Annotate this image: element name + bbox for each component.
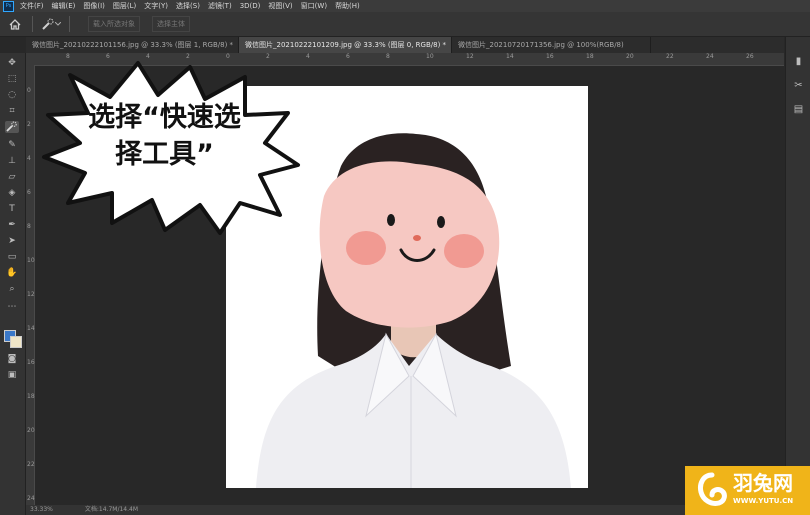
ruler-tick: 14: [27, 325, 35, 332]
chevron-down-icon: [55, 22, 61, 26]
tab-document-2[interactable]: 微信图片_20210222101209.jpg @ 33.3% (图层 0, R…: [239, 37, 452, 53]
libraries-icon[interactable]: ▤: [793, 104, 804, 115]
menu-file[interactable]: 文件(F): [20, 0, 44, 12]
menu-select[interactable]: 选择(S): [176, 0, 200, 12]
menu-filter[interactable]: 滤镜(T): [208, 0, 232, 12]
stamp-tool-icon[interactable]: ⊥: [5, 155, 19, 167]
ruler-tick: 4: [306, 53, 310, 60]
eraser-tool-icon[interactable]: ▱: [5, 171, 19, 183]
ruler-tick: 18: [586, 53, 594, 60]
zoom-level[interactable]: 33.33%: [30, 506, 53, 513]
paint-bucket-tool-icon[interactable]: ◈: [5, 187, 19, 199]
menu-bar: Ps 文件(F) 编辑(E) 图像(I) 图层(L) 文字(Y) 选择(S) 滤…: [0, 0, 810, 12]
screen-mode-icon[interactable]: ▣: [5, 369, 19, 381]
tab-document-1[interactable]: 微信图片_20210222101156.jpg @ 33.3% (图层 1, R…: [26, 37, 239, 53]
yutu-logo: 羽兔网 WWW.YUTU.CN: [685, 466, 810, 515]
menu-image[interactable]: 图像(I): [83, 0, 105, 12]
ruler-tick: 8: [386, 53, 390, 60]
menu-layer[interactable]: 图层(L): [113, 0, 136, 12]
rectangle-tool-icon[interactable]: ▭: [5, 251, 19, 263]
callout-text: 选择“快速选 择工具”: [72, 99, 257, 173]
zoom-tool-icon[interactable]: ⌕: [5, 283, 19, 295]
ruler-tick: 2: [27, 121, 31, 128]
ruler-tick: 22: [666, 53, 674, 60]
object-selection-tool-icon[interactable]: ⌗: [5, 105, 19, 117]
ruler-tick: 16: [27, 359, 35, 366]
ruler-tick: 20: [626, 53, 634, 60]
tab-label: 微信图片_20210222101156.jpg @ 33.3% (图层 1, R…: [32, 41, 234, 49]
ruler-tick: 18: [27, 393, 35, 400]
status-bar: 33.33% 文档:14.7M/14.4M: [26, 505, 784, 515]
move-tool-icon[interactable]: ✥: [5, 57, 19, 69]
home-button[interactable]: [4, 14, 26, 34]
menu-type[interactable]: 文字(Y): [144, 0, 168, 12]
properties-icon[interactable]: ▮: [793, 56, 804, 67]
marquee-tool-icon[interactable]: ⬚: [5, 73, 19, 85]
logo-name: 羽兔网: [733, 471, 793, 495]
menu-edit[interactable]: 编辑(E): [52, 0, 76, 12]
ruler-tick: 10: [27, 257, 35, 264]
document-size: 文档:14.7M/14.4M: [84, 506, 139, 513]
menu-window[interactable]: 窗口(W): [301, 0, 327, 12]
ruler-tick: 24: [706, 53, 714, 60]
ruler-tick: 6: [27, 189, 31, 196]
load-selected-objects-button[interactable]: 载入所选对象: [88, 16, 140, 32]
ruler-tick: 14: [506, 53, 514, 60]
ruler-tick: 12: [466, 53, 474, 60]
logo-url: WWW.YUTU.CN: [733, 497, 794, 505]
divider: [32, 16, 33, 32]
photoshop-app-icon: Ps: [3, 0, 14, 12]
vertical-ruler: 0 2 4 6 8 10 12 14 16 18 20 22 24: [26, 65, 35, 505]
ruler-tick: 22: [27, 461, 35, 468]
menu-help[interactable]: 帮助(H): [335, 0, 360, 12]
ruler-tick: 16: [546, 53, 554, 60]
ruler-tick: 8: [27, 223, 31, 230]
yutu-logo-icon: [698, 472, 727, 506]
quick-mask-icon[interactable]: ◙: [5, 353, 19, 365]
quick-selection-tool-icon[interactable]: [5, 121, 19, 133]
tool-preset-picker[interactable]: [39, 14, 63, 34]
ruler-tick: 0: [27, 87, 31, 94]
tab-label: 微信图片_20210720171356.jpg @ 100%(RGB/8): [458, 41, 624, 49]
quick-selection-icon: [42, 18, 54, 30]
ruler-tick: 10: [426, 53, 434, 60]
pen-tool-icon[interactable]: ✒: [5, 219, 19, 231]
more-tools-icon[interactable]: ⋯: [5, 301, 19, 313]
ruler-tick: 20: [27, 427, 35, 434]
adjustments-icon[interactable]: ✂: [793, 80, 804, 91]
callout-line-1: 选择“快速选: [88, 102, 241, 133]
path-selection-tool-icon[interactable]: ➤: [5, 235, 19, 247]
home-icon: [9, 18, 21, 30]
ruler-tick: 26: [746, 53, 754, 60]
right-panel-dock: ▮ ✂ ▤: [785, 37, 810, 515]
menu-3d[interactable]: 3D(D): [240, 0, 261, 12]
divider: [69, 16, 70, 32]
tab-document-3[interactable]: 微信图片_20210720171356.jpg @ 100%(RGB/8): [452, 37, 651, 53]
lasso-tool-icon[interactable]: ◌: [5, 89, 19, 101]
menu-view[interactable]: 视图(V): [268, 0, 292, 12]
document-tabs: 微信图片_20210222101156.jpg @ 33.3% (图层 1, R…: [26, 37, 784, 53]
select-subject-button[interactable]: 选择主体: [152, 16, 190, 32]
options-bar: 载入所选对象 选择主体: [0, 12, 810, 37]
ruler-tick: 12: [27, 291, 35, 298]
ruler-tick: 6: [346, 53, 350, 60]
ruler-tick: 24: [27, 495, 35, 502]
hand-tool-icon[interactable]: ✋: [5, 267, 19, 279]
type-tool-icon[interactable]: T: [5, 203, 19, 215]
tab-label: 微信图片_20210222101209.jpg @ 33.3% (图层 0, R…: [245, 41, 447, 49]
ruler-tick: 4: [27, 155, 31, 162]
callout-line-2: 择工具”: [115, 139, 214, 170]
brush-tool-icon[interactable]: ✎: [5, 139, 19, 151]
tools-panel: ✥ ⬚ ◌ ⌗ ✎ ⊥ ▱ ◈ T ✒ ➤ ▭ ✋ ⌕ ⋯ ◙ ▣: [0, 53, 26, 515]
background-color-swatch[interactable]: [10, 336, 22, 348]
